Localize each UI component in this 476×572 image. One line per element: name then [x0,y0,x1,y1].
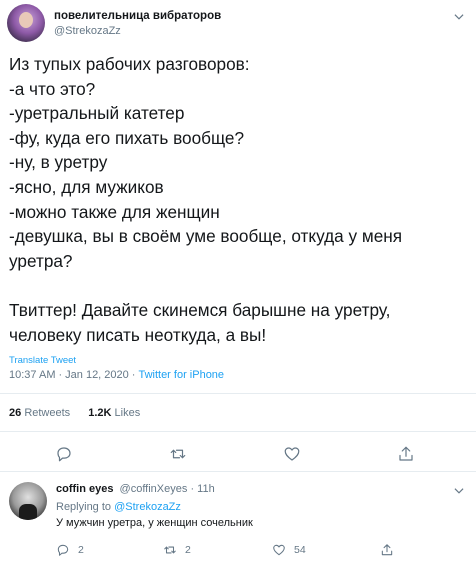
reply-reply-count: 2 [78,544,84,556]
tweet-date[interactable]: Jan 12, 2020 [65,369,129,381]
reply-author-handle[interactable]: @coffinXeyes [120,483,188,495]
divider [0,431,476,432]
reply-reply-button[interactable]: 2 [56,542,84,558]
author-avatar[interactable] [7,4,45,42]
reply-icon [57,544,69,556]
tweet-text: Из тупых рабочих разговоров: -а что это?… [9,52,459,347]
tweet-time[interactable]: 10:37 AM [9,369,55,381]
likes-count: 1.2K [88,407,112,419]
retweet-button[interactable] [169,445,187,463]
translate-tweet-link[interactable]: Translate Tweet [9,355,76,366]
chevron-down-icon[interactable] [452,484,466,498]
tweet-meta: 10:37 AM · Jan 12, 2020 · Twitter for iPhone [9,369,225,381]
reply-time[interactable]: 11h [197,483,215,495]
reply-text: У мужчин уретра, у женщин сочельник [56,517,253,529]
tweet-line: -уретральный катетер [9,103,185,124]
retweets-label: Retweets [24,407,71,419]
reply-author-name[interactable]: coffin eyes [56,483,113,495]
retweets-count: 26 [9,407,22,419]
replying-mention[interactable]: @StrekozaZz [114,501,181,513]
replying-prefix: Replying to [56,501,112,513]
retweet-icon [170,449,186,459]
reply-button[interactable] [55,445,73,463]
retweets-stat[interactable]: 26 Retweets [9,407,70,419]
reply-header: coffin eyes @coffinXeyes · 11h [56,483,215,495]
divider [0,393,476,394]
likes-stat[interactable]: 1.2K Likes [88,407,140,419]
tweet-line: Твиттер! Давайте скинемся барышне на уре… [9,299,391,320]
tweet-line: -фу, куда его пихать вообще? [9,127,245,148]
dot-separator: · [190,483,195,495]
author-handle[interactable]: @StrekozaZz [54,25,121,37]
tweet-line: -можно также для женщин [9,201,220,222]
tweet-line: -девушка, вы в своём уме вообще, откуда … [9,226,403,247]
tweet-line: -ну, в уретру [9,152,108,173]
share-button[interactable] [397,445,415,463]
reply-like-button[interactable]: 54 [272,542,306,558]
reply-tweet[interactable]: coffin eyes @coffinXeyes · 11h Replying … [0,472,476,572]
reply-retweet-count: 2 [185,544,191,556]
likes-label: Likes [114,407,141,419]
tweet-stats: 26 Retweets 1.2K Likes [9,407,155,419]
replying-to: Replying to @StrekozaZz [56,501,181,513]
share-icon [381,544,393,556]
like-button[interactable] [283,445,301,463]
reply-icon [57,447,71,462]
chevron-down-icon[interactable] [452,10,466,24]
tweet-source[interactable]: Twitter for iPhone [138,369,224,381]
tweet-line: Из тупых рабочих разговоров: [9,54,250,74]
heart-icon [273,544,285,556]
heart-icon [284,447,300,461]
reply-author-avatar[interactable] [9,482,47,520]
author-display-name[interactable]: повелительница вибраторов [54,10,221,22]
retweet-icon [164,546,176,554]
tweet-line: -ясно, для мужиков [9,176,164,197]
tweet-line: уретра? [9,250,73,271]
tweet-line: человеку писать неоткуда, а вы! [9,324,267,345]
tweet-line: -а что это? [9,78,96,99]
reply-retweet-button[interactable]: 2 [163,542,191,558]
reply-share-button[interactable] [380,542,402,558]
reply-like-count: 54 [294,544,306,556]
share-icon [399,446,413,461]
